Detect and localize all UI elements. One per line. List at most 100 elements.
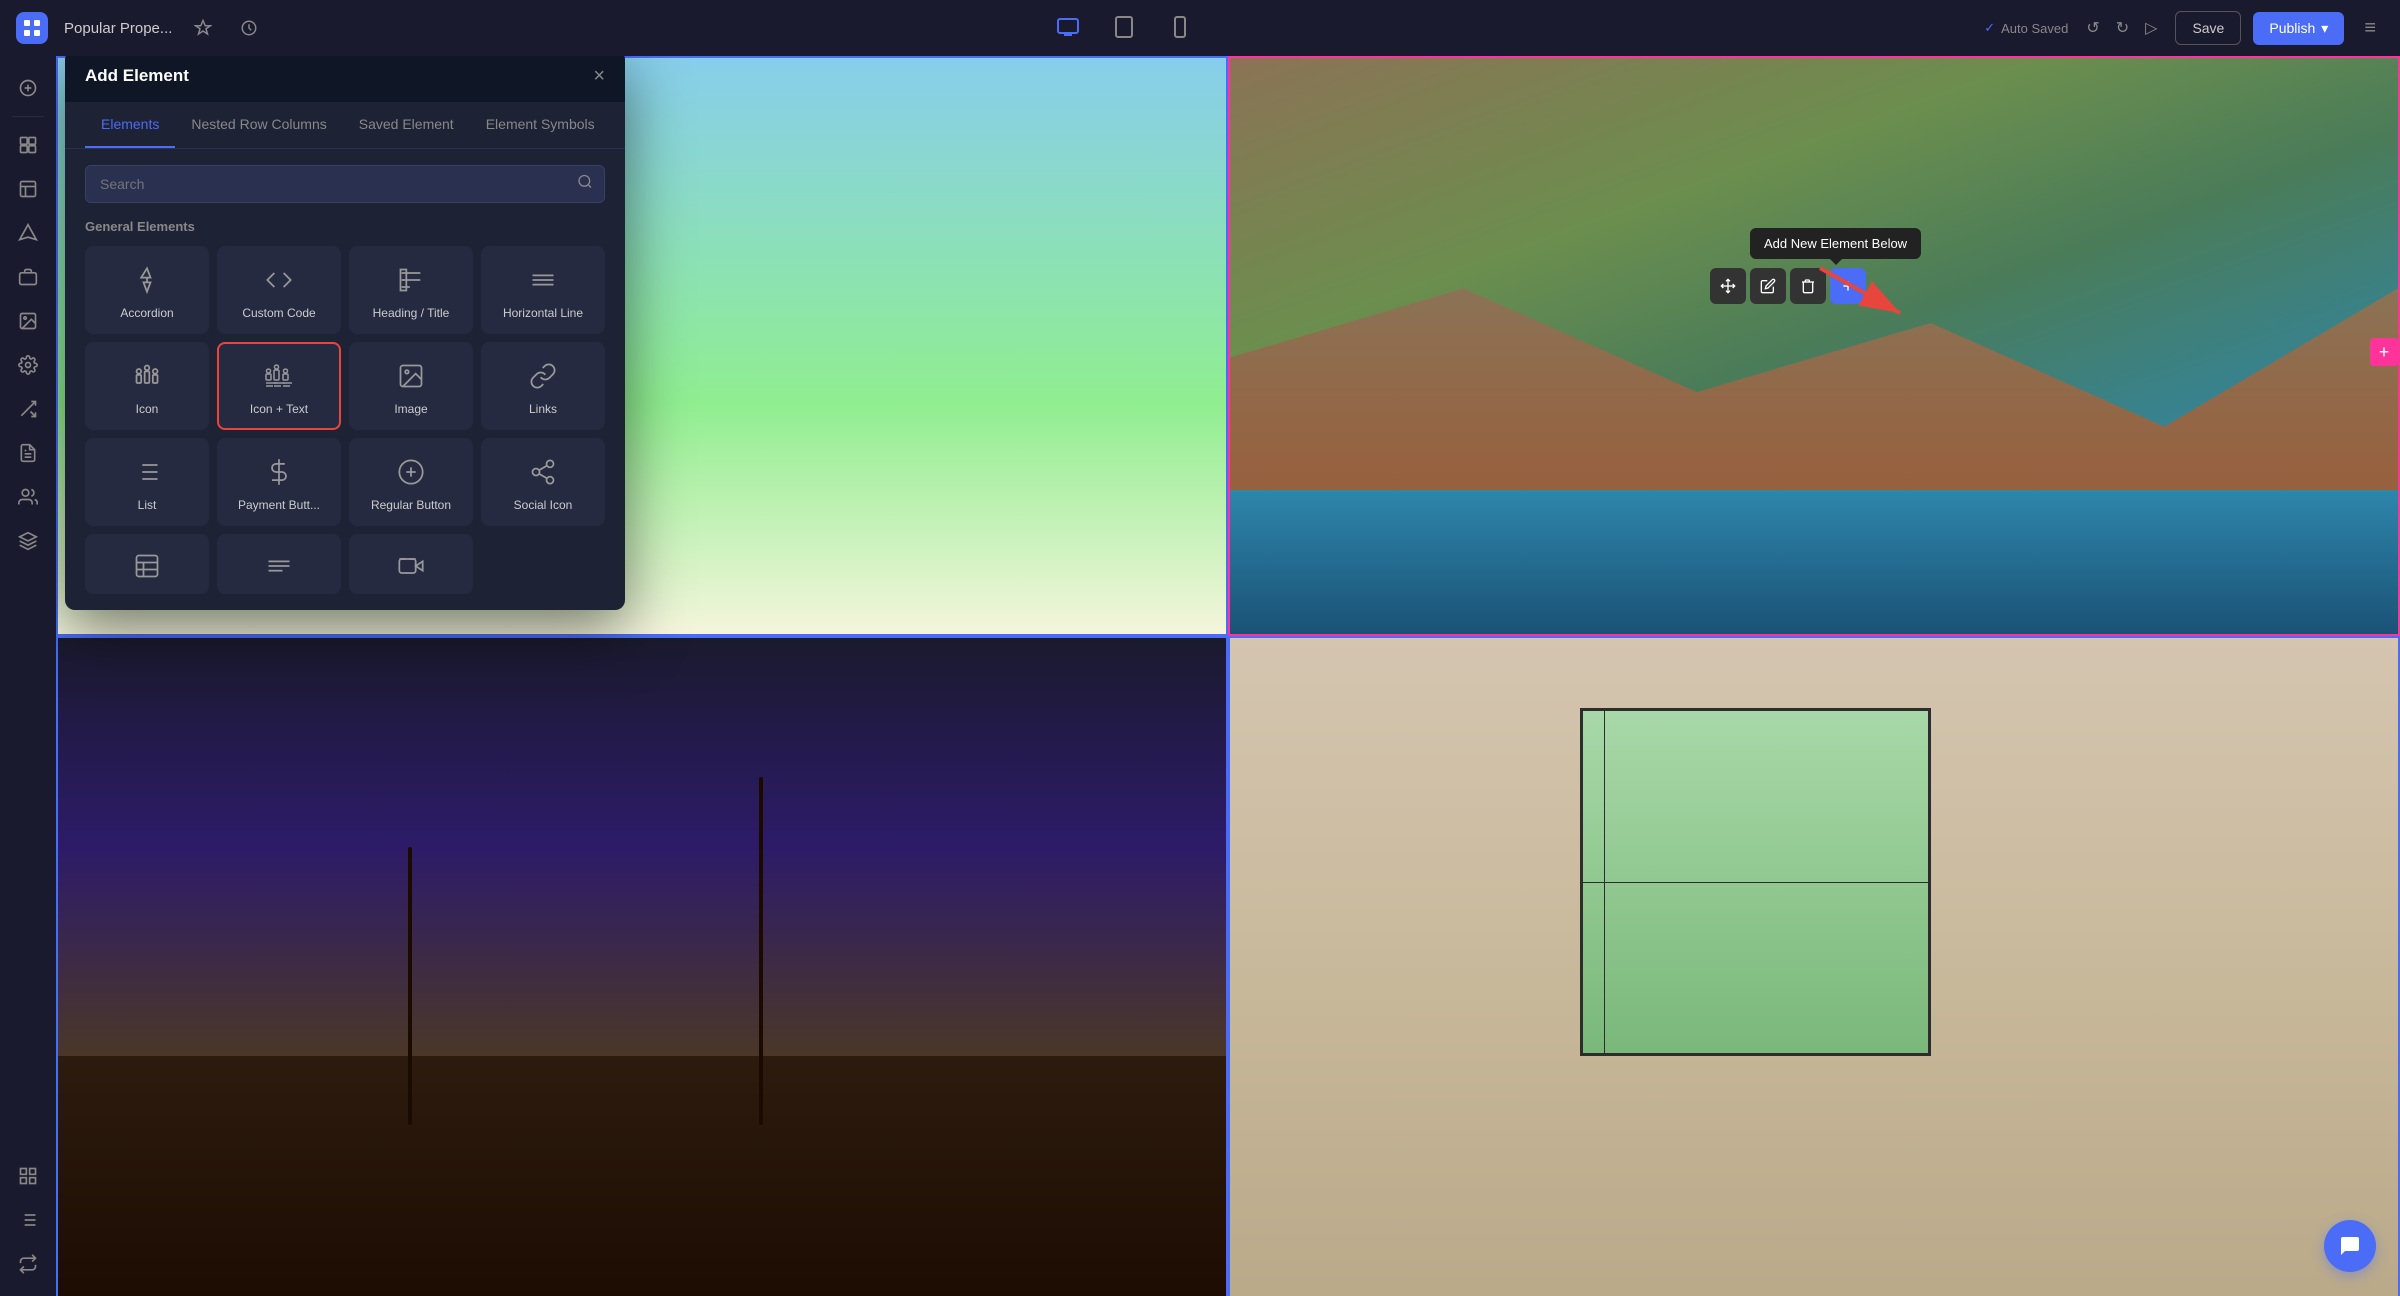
- list-label: List: [138, 498, 157, 512]
- image-cell-right-bottom[interactable]: [1228, 636, 2400, 1296]
- element-card-image[interactable]: Image: [349, 342, 473, 430]
- add-element-edge-button[interactable]: +: [2370, 338, 2398, 366]
- sidebar-item-settings[interactable]: [8, 345, 48, 385]
- custom-code-icon: [265, 264, 293, 296]
- topbar-right: ✓ Auto Saved ↺ ↻ ▷ Save Publish ▾ ≡: [1984, 11, 2384, 45]
- element-card-heading[interactable]: Heading / Title: [349, 246, 473, 334]
- heading-label: Heading / Title: [373, 306, 450, 320]
- element-card-icon[interactable]: Icon: [85, 342, 209, 430]
- sidebar-item-pages[interactable]: [8, 125, 48, 165]
- accordion-label: Accordion: [120, 306, 173, 320]
- device-switcher: [1046, 9, 1202, 48]
- play-button[interactable]: ▷: [2139, 12, 2163, 44]
- element-card-regular-button[interactable]: Regular Button: [349, 438, 473, 526]
- element-card-links[interactable]: Links: [481, 342, 605, 430]
- social-icon-icon: [529, 456, 557, 488]
- sidebar-item-integrations[interactable]: [8, 389, 48, 429]
- history-icon[interactable]: [234, 13, 264, 43]
- tablet-view-button[interactable]: [1102, 9, 1146, 48]
- sidebar-bottom: [8, 1156, 48, 1284]
- add-new-element-tooltip: Add New Element Below: [1750, 228, 1921, 259]
- elements-grid-partial: [85, 534, 605, 594]
- text-icon: [265, 550, 293, 582]
- tab-saved-element[interactable]: Saved Element: [343, 102, 470, 148]
- image-cell-right-top[interactable]: Add New Element Below: [1228, 56, 2400, 636]
- desktop-view-button[interactable]: [1046, 9, 1090, 48]
- regular-button-icon: [397, 456, 425, 488]
- element-card-accordion[interactable]: Accordion: [85, 246, 209, 334]
- sidebar-item-widgets[interactable]: [8, 1156, 48, 1196]
- dialog-tabs: Elements Nested Row Columns Saved Elemen…: [65, 102, 625, 149]
- dialog-title: Add Element: [85, 66, 189, 86]
- heading-icon: [397, 264, 425, 296]
- horizontal-line-label: Horizontal Line: [503, 306, 583, 320]
- accordion-icon: [133, 264, 161, 296]
- social-icon-label: Social Icon: [514, 498, 573, 512]
- page-title: Popular Prope...: [64, 20, 172, 37]
- sidebar-item-lists[interactable]: [8, 1200, 48, 1240]
- icon-text-label: Icon + Text: [250, 402, 308, 416]
- element-card-text[interactable]: [217, 534, 341, 594]
- undo-button[interactable]: ↺: [2080, 12, 2105, 44]
- sidebar-item-elements[interactable]: [8, 257, 48, 297]
- image-grid-bottom: [56, 636, 2400, 1296]
- element-card-social-icon[interactable]: Social Icon: [481, 438, 605, 526]
- add-element-dialog: Add Element × Elements Nested Row Column…: [65, 50, 625, 610]
- image-card-icon: [397, 360, 425, 392]
- element-card-horizontal-line[interactable]: Horizontal Line: [481, 246, 605, 334]
- chat-bubble[interactable]: [2324, 1220, 2376, 1272]
- tab-element-symbols[interactable]: Element Symbols: [470, 102, 611, 148]
- payment-button-icon: [265, 456, 293, 488]
- sidebar-item-navigator[interactable]: [8, 213, 48, 253]
- mobile-view-button[interactable]: [1158, 9, 1202, 48]
- topbar-left: Popular Prope...: [16, 12, 264, 44]
- menu-button[interactable]: ≡: [2356, 13, 2384, 44]
- search-wrapper: [85, 165, 605, 203]
- edit-element-button[interactable]: [1750, 268, 1786, 304]
- undo-redo-group: ↺ ↻ ▷: [2080, 12, 2163, 44]
- links-label: Links: [529, 402, 557, 416]
- sidebar-item-settings-bottom[interactable]: [8, 1244, 48, 1284]
- sidebar-item-plugins[interactable]: [8, 521, 48, 561]
- save-button[interactable]: Save: [2175, 11, 2241, 45]
- move-element-button[interactable]: [1710, 268, 1746, 304]
- icon-label: Icon: [136, 402, 159, 416]
- list-icon: [133, 456, 161, 488]
- search-input[interactable]: [85, 165, 605, 203]
- left-sidebar: [0, 56, 56, 1296]
- element-card-custom-code[interactable]: Custom Code: [217, 246, 341, 334]
- icon-text-icon: [263, 360, 295, 392]
- table-icon: [133, 550, 161, 582]
- sidebar-item-layout[interactable]: [8, 169, 48, 209]
- sidebar-item-forms[interactable]: [8, 433, 48, 473]
- app-grid-button[interactable]: [16, 12, 48, 44]
- custom-code-label: Custom Code: [242, 306, 315, 320]
- dialog-body: General Elements Accordion: [65, 149, 625, 610]
- image-label: Image: [394, 402, 427, 416]
- tab-elements[interactable]: Elements: [85, 102, 175, 148]
- publish-button[interactable]: Publish ▾: [2253, 12, 2344, 45]
- element-card-video[interactable]: [349, 534, 473, 594]
- element-card-icon-text[interactable]: Icon + Text: [217, 342, 341, 430]
- video-icon: [397, 550, 425, 582]
- sidebar-divider-1: [12, 116, 44, 117]
- check-icon: ✓: [1984, 20, 1995, 36]
- pin-icon[interactable]: [188, 13, 218, 43]
- regular-button-label: Regular Button: [371, 498, 451, 512]
- red-arrow: [1810, 258, 1930, 338]
- element-card-table[interactable]: [85, 534, 209, 594]
- icon-card-icon: [133, 360, 161, 392]
- tab-nested-row-columns[interactable]: Nested Row Columns: [175, 102, 342, 148]
- dialog-container: Add Element × Elements Nested Row Column…: [65, 50, 625, 610]
- image-cell-left-bottom[interactable]: [56, 636, 1228, 1296]
- dialog-header: Add Element ×: [65, 50, 625, 102]
- topbar: Popular Prope... ✓ Auto Saved ↺ ↻ ▷ Save: [0, 0, 2400, 56]
- elements-grid: Accordion Custom Code: [85, 246, 605, 526]
- sidebar-item-members[interactable]: [8, 477, 48, 517]
- redo-button[interactable]: ↻: [2110, 12, 2135, 44]
- element-card-payment-button[interactable]: Payment Butt...: [217, 438, 341, 526]
- sidebar-item-media[interactable]: [8, 301, 48, 341]
- sidebar-item-add[interactable]: [8, 68, 48, 108]
- element-card-list[interactable]: List: [85, 438, 209, 526]
- dialog-close-button[interactable]: ×: [593, 66, 605, 86]
